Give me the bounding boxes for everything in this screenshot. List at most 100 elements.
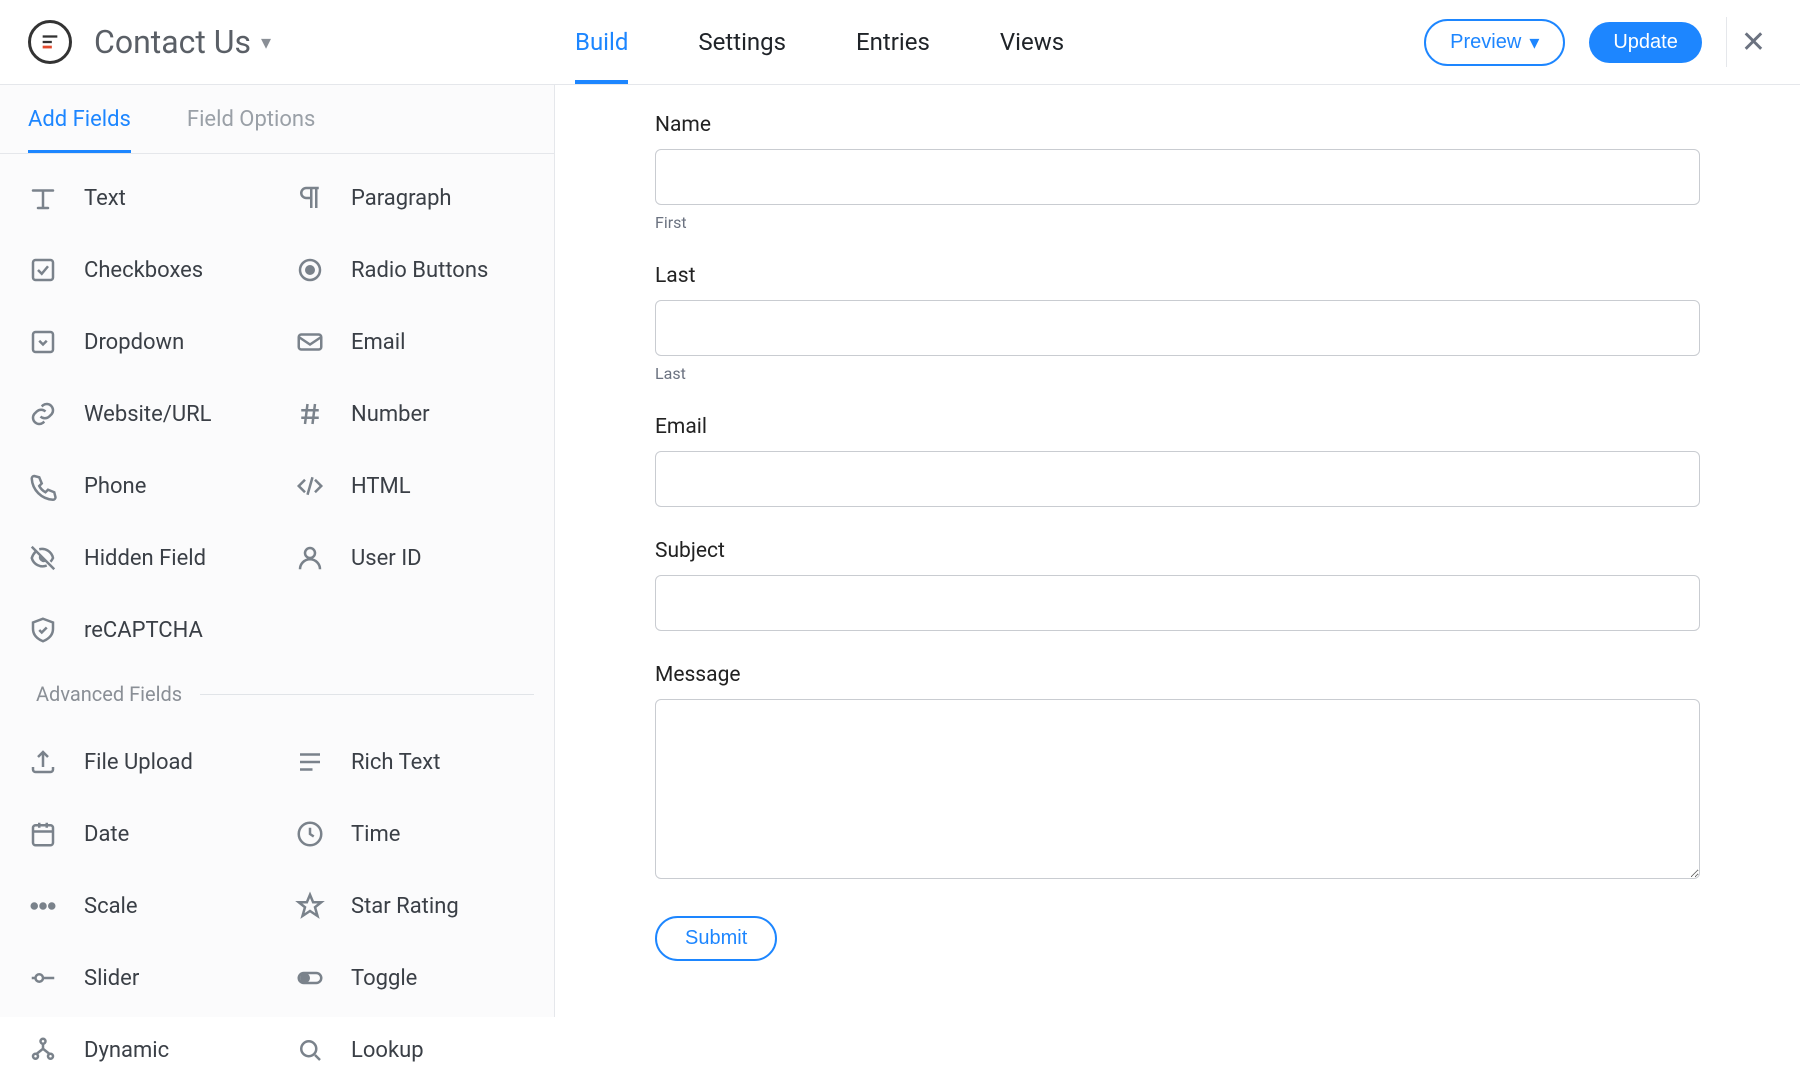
field-type-code[interactable]: HTML	[277, 462, 544, 510]
text-icon	[26, 181, 60, 215]
field-type-toggle[interactable]: Toggle	[277, 954, 544, 1002]
field-type-link[interactable]: Website/URL	[10, 390, 277, 438]
scale-icon	[26, 889, 60, 923]
field-type-label: Dropdown	[84, 330, 184, 355]
field-type-text[interactable]: Text	[10, 174, 277, 222]
field-type-slider[interactable]: Slider	[10, 954, 277, 1002]
field-type-label: Dynamic	[84, 1038, 169, 1063]
star-icon	[293, 889, 327, 923]
field-type-label: File Upload	[84, 750, 193, 775]
field-type-lookup[interactable]: Lookup	[277, 1026, 544, 1074]
field-type-label: reCAPTCHA	[84, 618, 203, 643]
tab-settings[interactable]: Settings	[698, 0, 786, 84]
field-type-upload[interactable]: File Upload	[10, 738, 277, 786]
field-type-label: Toggle	[351, 966, 417, 991]
tab-build[interactable]: Build	[575, 0, 628, 84]
logo[interactable]	[28, 20, 94, 64]
email-input[interactable]	[655, 451, 1700, 507]
field-type-hidden[interactable]: Hidden Field	[10, 534, 277, 582]
form-field-email[interactable]: Email	[655, 415, 1700, 507]
message-textarea[interactable]	[655, 699, 1700, 879]
field-type-dynamic[interactable]: Dynamic	[10, 1026, 277, 1074]
field-type-label: Website/URL	[84, 402, 212, 427]
top-bar: Contact Us ▾ Build Settings Entries View…	[0, 0, 1800, 85]
caret-down-icon: ▾	[261, 30, 271, 54]
code-icon	[293, 469, 327, 503]
form-title-dropdown[interactable]: Contact Us ▾	[94, 23, 271, 61]
preview-button[interactable]: Preview ▾	[1424, 19, 1565, 66]
field-type-label: Rich Text	[351, 750, 440, 775]
main-tabs: Build Settings Entries Views	[575, 0, 1064, 84]
field-type-email[interactable]: Email	[277, 318, 544, 366]
form-canvas: Name First Last Last Email Subject Messa…	[555, 85, 1800, 1017]
shield-icon	[26, 613, 60, 647]
name-last-sublabel: Last	[655, 364, 1700, 383]
radio-icon	[293, 253, 327, 287]
field-type-user[interactable]: User ID	[277, 534, 544, 582]
submit-button[interactable]: Submit	[655, 916, 777, 961]
field-type-hash[interactable]: Number	[277, 390, 544, 438]
subject-label: Subject	[655, 539, 1700, 563]
last-label: Last	[655, 264, 1700, 288]
form-field-last[interactable]: Last Last	[655, 264, 1700, 383]
tab-views[interactable]: Views	[1000, 0, 1064, 84]
field-type-star[interactable]: Star Rating	[277, 882, 544, 930]
link-icon	[26, 397, 60, 431]
lookup-icon	[293, 1033, 327, 1067]
field-type-checkbox[interactable]: Checkboxes	[10, 246, 277, 294]
sidebar-tab-add-fields[interactable]: Add Fields	[28, 85, 131, 153]
field-type-phone[interactable]: Phone	[10, 462, 277, 510]
field-type-label: Email	[351, 330, 405, 355]
sidebar-tab-field-options[interactable]: Field Options	[187, 85, 315, 153]
field-type-label: User ID	[351, 546, 422, 571]
field-type-shield[interactable]: reCAPTCHA	[10, 606, 277, 654]
user-icon	[293, 541, 327, 575]
field-type-scale[interactable]: Scale	[10, 882, 277, 930]
dynamic-icon	[26, 1033, 60, 1067]
field-type-time[interactable]: Time	[277, 810, 544, 858]
field-type-paragraph[interactable]: Paragraph	[277, 174, 544, 222]
field-type-label: Phone	[84, 474, 146, 499]
field-type-label: Time	[351, 822, 400, 847]
basic-fields-grid: Text Paragraph CheckboxesRadio Buttons Drop…	[0, 154, 554, 654]
paragraph-icon	[293, 181, 327, 215]
richtext-icon	[293, 745, 327, 779]
date-icon	[26, 817, 60, 851]
field-type-label: HTML	[351, 474, 411, 499]
email-icon	[293, 325, 327, 359]
name-label: Name	[655, 113, 1700, 137]
checkbox-icon	[26, 253, 60, 287]
top-actions: Preview ▾ Update ✕	[1424, 17, 1772, 67]
hash-icon	[293, 397, 327, 431]
email-label: Email	[655, 415, 1700, 439]
app-logo-icon	[28, 20, 72, 64]
upload-icon	[26, 745, 60, 779]
tab-entries[interactable]: Entries	[856, 0, 930, 84]
form-field-name[interactable]: Name First	[655, 113, 1700, 232]
advanced-fields-label: Advanced Fields	[36, 682, 182, 706]
slider-icon	[26, 961, 60, 995]
advanced-fields-grid: File Upload Rich Text Date Time ScaleStar Ra…	[0, 718, 554, 1074]
update-button[interactable]: Update	[1589, 22, 1702, 63]
sidebar: Add Fields Field Options Text Paragraph Ch…	[0, 85, 555, 1017]
field-type-richtext[interactable]: Rich Text	[277, 738, 544, 786]
advanced-fields-header: Advanced Fields	[0, 654, 554, 718]
phone-icon	[26, 469, 60, 503]
field-type-label: Hidden Field	[84, 546, 206, 571]
preview-label: Preview	[1450, 31, 1521, 54]
toggle-icon	[293, 961, 327, 995]
subject-input[interactable]	[655, 575, 1700, 631]
form-field-message[interactable]: Message	[655, 663, 1700, 884]
form-field-subject[interactable]: Subject	[655, 539, 1700, 631]
field-type-dropdown[interactable]: Dropdown	[10, 318, 277, 366]
name-first-input[interactable]	[655, 149, 1700, 205]
field-type-radio[interactable]: Radio Buttons	[277, 246, 544, 294]
name-last-input[interactable]	[655, 300, 1700, 356]
field-type-label: Paragraph	[351, 186, 452, 211]
close-icon: ✕	[1741, 25, 1766, 60]
dropdown-icon	[26, 325, 60, 359]
time-icon	[293, 817, 327, 851]
close-button[interactable]: ✕	[1726, 17, 1772, 67]
caret-down-icon: ▾	[1529, 30, 1539, 55]
field-type-date[interactable]: Date	[10, 810, 277, 858]
